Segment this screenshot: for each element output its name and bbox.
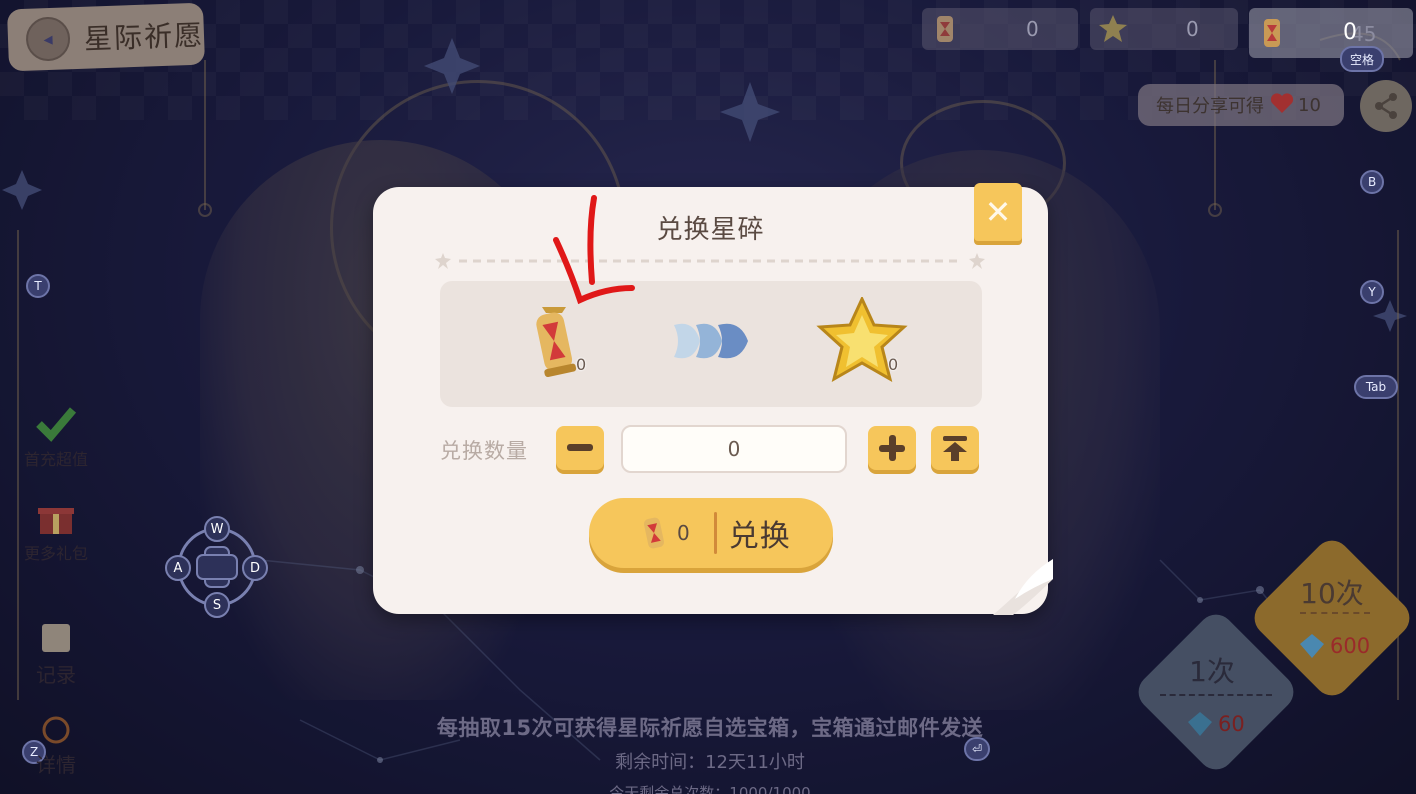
title-divider [435, 253, 985, 269]
scroll-icon [42, 624, 70, 652]
hourglass-icon [930, 14, 960, 44]
heart-icon [1270, 92, 1294, 119]
draw-ten-divider [1300, 612, 1370, 616]
modal-title: 兑换星碎 [656, 215, 765, 245]
close-icon: ✕ [984, 193, 1012, 231]
remaining-count-value: 1000/1000 [729, 784, 811, 794]
exchange-cost: 0 [677, 521, 690, 545]
key-d[interactable]: D [242, 555, 268, 581]
draw-one-divider [1160, 694, 1272, 698]
back-icon: ◂ [43, 28, 53, 50]
key-w[interactable]: W [204, 516, 230, 542]
remaining-time-label: 剩余时间： [615, 752, 706, 773]
resource-hourglass: 0 [922, 8, 1078, 50]
bottom-notice: 每抽取15次可获得星际祈愿自选宝箱，宝箱通过邮件发送 [436, 716, 984, 740]
page-curl-decoration [993, 559, 1053, 615]
plus-icon [879, 435, 905, 461]
gift-icon [38, 508, 74, 534]
hourglass-icon [528, 301, 580, 385]
key-hint-t: T [26, 274, 50, 298]
decrease-button[interactable] [556, 426, 604, 470]
draw-ten-label: 10次 [1300, 577, 1364, 610]
exchange-panel: 0 0 [440, 281, 982, 407]
star-shard-icon [1098, 14, 1128, 44]
records-button[interactable]: 记录 [14, 622, 98, 688]
arrow-right-icon [670, 319, 750, 367]
exchange-button[interactable]: 0 兑换 [589, 498, 833, 568]
from-item-count: 0 [576, 355, 587, 374]
key-hint-tab: Tab [1354, 375, 1398, 399]
first-recharge-button[interactable]: 首充超值 [14, 404, 98, 470]
draw-one-label: 1次 [1189, 655, 1235, 688]
to-item-count: 0 [888, 355, 899, 374]
exchange-separator [713, 512, 717, 554]
crystal-icon [1186, 710, 1214, 742]
resource-hourglass-count: 0 [1026, 17, 1039, 41]
wasd-dpad[interactable]: W A S D [162, 512, 272, 622]
hourglass-icon [1257, 18, 1287, 48]
resource-hourglass-main: 45 0 [1249, 8, 1413, 58]
key-hint-y: Y [1360, 280, 1384, 304]
exchange-modal: 兑换星碎 ✕ 0 0 兑换数量 0 0 兑换 [373, 183, 1053, 615]
first-recharge-label: 首充超值 [23, 450, 88, 469]
page-title-tab: ◂ 星际祈愿 [6, 2, 206, 72]
increase-button[interactable] [868, 426, 916, 470]
more-gifts-button[interactable]: 更多礼包 [14, 500, 98, 564]
key-s[interactable]: S [204, 592, 230, 618]
resource-star-shard-count: 0 [1186, 17, 1199, 41]
records-label: 记录 [36, 663, 76, 687]
crystal-icon [1298, 632, 1326, 664]
draw-one-cost: 60 [1218, 712, 1245, 736]
share-icon [1375, 93, 1397, 119]
quantity-label: 兑换数量 [440, 439, 528, 463]
remaining-count-label: 今天剩余总次数： [609, 784, 730, 794]
more-gifts-label: 更多礼包 [23, 544, 88, 563]
key-a[interactable]: A [165, 555, 191, 581]
red-annotation-mark [553, 195, 635, 305]
star-shard-icon [814, 295, 910, 393]
resource-main-count: 0 [1343, 20, 1357, 45]
remaining-count: 今天剩余总次数：1000/1000 [560, 782, 860, 794]
daily-share-label: 每日分享可得 [1156, 96, 1264, 117]
max-icon [943, 436, 967, 461]
resource-star-shard: 0 [1090, 8, 1238, 50]
close-button[interactable]: ✕ [974, 183, 1022, 241]
info-icon [42, 716, 70, 744]
draw-ten-cost: 600 [1330, 634, 1371, 658]
remaining-time-value: 12天11小时 [705, 752, 805, 773]
daily-share-pill[interactable]: 每日分享可得 10 [1138, 84, 1344, 126]
daily-share-reward: 10 [1298, 94, 1321, 116]
share-button[interactable] [1360, 80, 1412, 132]
details-button[interactable]: 详情 [14, 716, 98, 778]
key-hint-space: 空格 [1340, 46, 1385, 72]
back-button[interactable]: ◂ [25, 16, 71, 62]
remaining-time: 剩余时间：12天11小时 [400, 748, 1020, 774]
exchange-label: 兑换 [728, 519, 791, 554]
page-title: 星际祈愿 [83, 18, 205, 56]
minus-icon [567, 444, 593, 451]
hourglass-icon [641, 514, 667, 552]
details-label: 详情 [36, 753, 76, 777]
check-icon [36, 407, 77, 442]
quantity-input[interactable] [621, 425, 847, 473]
max-button[interactable] [931, 426, 979, 470]
